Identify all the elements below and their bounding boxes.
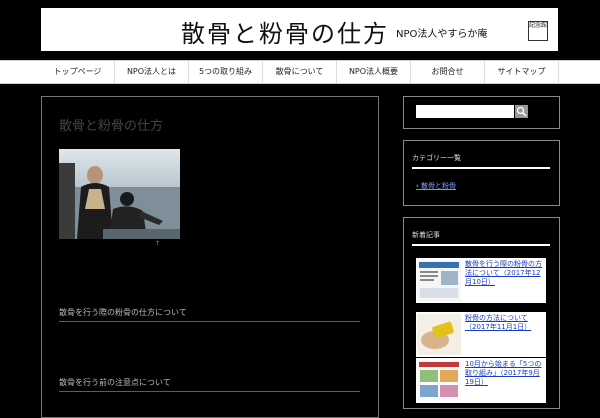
search-icon [516,106,527,117]
seal-stamp: 記念館 [528,21,548,41]
new-posts-widget: 新着記事 散骨を行う際の粉骨の方法について（2017年12月10日） 粉骨の方法… [403,217,560,409]
photo-caption: ↑ [155,240,161,247]
nav-item-contact[interactable]: お問合せ [411,61,485,83]
section-heading-precautions: 散骨を行う前の注意点について [59,377,360,392]
post-title-link[interactable]: 粉骨の方法について（2017年11月1日） [465,314,545,332]
site-title[interactable]: 散骨と粉骨の仕方 [181,14,389,49]
post-thumbnail-image [417,314,461,355]
ceremony-photo [59,149,180,239]
category-widget: カテゴリー一覧 › 散骨と粉骨 [403,140,560,206]
nav-item-sitemap[interactable]: サイトマップ [485,61,559,83]
post-thumbnail-image [417,360,461,401]
search-button[interactable] [515,105,528,118]
post-item[interactable]: 10月から始まる「5つの取り組み」（2017年9月19日） [416,358,546,403]
search-widget [403,96,560,129]
category-title: カテゴリー一覧 [412,153,550,169]
global-nav: トップページ NPO法人とは 5つの取り組み 散骨について NPO法人概要 お問… [0,60,600,84]
post-title-link[interactable]: 10月から始まる「5つの取り組み」（2017年9月19日） [465,360,545,387]
nav-item-about-npo[interactable]: NPO法人とは [115,61,189,83]
search-input[interactable] [416,105,514,118]
new-posts-title: 新着記事 [412,230,550,246]
nav-item-five-efforts[interactable]: 5つの取り組み [189,61,263,83]
post-item[interactable]: 散骨を行う際の粉骨の方法について（2017年12月10日） [416,258,546,303]
chevron-right-icon: › [416,182,419,190]
nav-item-npo-overview[interactable]: NPO法人概要 [337,61,411,83]
post-thumbnail-image [417,260,461,301]
category-link-scattering[interactable]: › 散骨と粉骨 [416,181,456,191]
post-title-link[interactable]: 散骨を行う際の粉骨の方法について（2017年12月10日） [465,260,545,287]
page-title: 散骨と粉骨の仕方 [59,119,164,134]
category-label: 散骨と粉骨 [421,182,457,190]
section-heading-powdering: 散骨を行う際の粉骨の仕方について [59,307,360,322]
nav-item-top[interactable]: トップページ [41,61,115,83]
org-name: NPO法人やすらか庵 [396,29,488,40]
site-header: 散骨と粉骨の仕方 NPO法人やすらか庵 記念館 [41,8,558,51]
nav-item-scattering[interactable]: 散骨について [263,61,337,83]
main-content: 散骨と粉骨の仕方 ↑ 散骨を行う際の粉骨の仕方について 散骨を行う前の注意点につ… [41,96,379,418]
post-item[interactable]: 粉骨の方法について（2017年11月1日） [416,312,546,357]
